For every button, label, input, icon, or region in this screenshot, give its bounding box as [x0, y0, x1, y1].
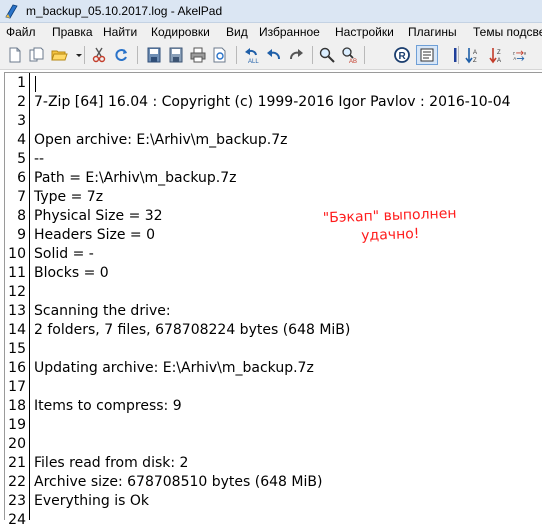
sort-az-icon[interactable]: AZ	[464, 46, 482, 64]
svg-text:A: A	[473, 50, 477, 56]
toolbar-separator	[236, 46, 237, 64]
line-number: 20	[8, 436, 26, 452]
text-line: --	[34, 151, 45, 167]
backup-success-annotation: "Бэкап" выполнен удачно!	[304, 204, 475, 248]
text-line: Solid = -	[34, 246, 94, 262]
menu-favorites[interactable]: Избранное	[259, 25, 320, 39]
menu-settings[interactable]: Настройки	[335, 25, 394, 39]
text-line: 7-Zip [64] 16.04 : Copyright (c) 1999-20…	[34, 94, 511, 110]
save-icon[interactable]	[145, 46, 163, 64]
new-file-icon[interactable]	[6, 46, 24, 64]
svg-text:a: a	[524, 50, 527, 55]
text-line: Updating archive: E:\Arhiv\m_backup.7z	[34, 360, 314, 376]
line-number: 1	[17, 75, 26, 91]
line-number: 22	[8, 474, 26, 490]
toolbar-separator	[84, 46, 85, 64]
menu-edit[interactable]: Правка	[52, 25, 93, 39]
line-number-gutter: 1 2 3 4 5 6 7 8 9 10 11 12 13 14 15 16 17 18 19 20 21 22 23 24	[5, 73, 30, 528]
text-line: Path = E:\Arhiv\m_backup.7z	[34, 170, 237, 186]
window-title: m_backup_05.10.2017.log - AkelPad	[26, 4, 223, 18]
line-number: 10	[8, 246, 26, 262]
svg-text:R: R	[399, 51, 407, 62]
find-icon[interactable]	[318, 46, 336, 64]
line-number: 12	[8, 284, 26, 300]
text-line: Headers Size = 0	[34, 227, 155, 243]
toolbar-separator	[137, 46, 138, 64]
toolbar-separator	[312, 46, 313, 64]
svg-text:z: z	[513, 50, 515, 55]
menu-bar: Файл Правка Найти Кодировки Вид Избранно…	[0, 23, 542, 42]
line-number: 23	[8, 493, 26, 509]
line-number: 18	[8, 398, 26, 414]
svg-text:ALL: ALL	[248, 59, 259, 64]
copy-file-icon[interactable]	[28, 46, 46, 64]
akelpad-app-icon	[4, 3, 20, 19]
text-line: Physical Size = 32	[34, 208, 163, 224]
text-editor[interactable]: 1 2 3 4 5 6 7 8 9 10 11 12 13 14 15 16 17 18 19 20 21 22 23 24 …	[4, 72, 542, 528]
undo-icon[interactable]	[265, 46, 283, 64]
reload-icon[interactable]	[112, 46, 130, 64]
menu-encodings[interactable]: Кодировки	[151, 25, 210, 39]
text-line: Items to compress: 9	[34, 398, 182, 414]
cut-icon[interactable]	[90, 46, 108, 64]
text-caret	[35, 76, 36, 92]
line-number: 13	[8, 303, 26, 319]
line-number: 7	[17, 189, 26, 205]
replace-icon[interactable]: AB	[340, 46, 358, 64]
menu-find[interactable]: Найти	[103, 25, 137, 39]
print-icon[interactable]	[189, 46, 207, 64]
text-line: Blocks = 0	[34, 265, 109, 281]
line-number: 14	[8, 322, 26, 338]
menu-view[interactable]: Вид	[226, 25, 248, 39]
line-number: 6	[17, 170, 26, 186]
text-view-icon[interactable]	[416, 45, 438, 65]
toolbar-separator	[364, 46, 365, 64]
save-as-icon[interactable]	[167, 46, 185, 64]
text-line: Open archive: E:\Arhiv\m_backup.7z	[34, 132, 288, 148]
text-line: Scanning the drive:	[34, 303, 171, 319]
menu-plugins[interactable]: Плагины	[408, 25, 457, 39]
line-number: 19	[8, 417, 26, 433]
line-number: 24	[8, 512, 26, 528]
toolbar: ALL AB R AZ ZA zaA	[0, 42, 542, 70]
svg-text:A: A	[513, 56, 516, 61]
undo-all-icon[interactable]: ALL	[243, 46, 261, 64]
text-line: Archive size: 678708510 bytes (648 MiB)	[34, 474, 323, 490]
text-line: Type = 7z	[34, 189, 104, 205]
sort-za-icon[interactable]: ZA	[488, 46, 506, 64]
column-marker-icon[interactable]	[446, 46, 457, 64]
redo-icon[interactable]	[287, 46, 305, 64]
line-number: 11	[8, 265, 26, 281]
menu-themes[interactable]: Темы подсвет	[473, 25, 542, 39]
line-number: 4	[17, 132, 26, 148]
text-line: 2 folders, 7 files, 678708224 bytes (648…	[34, 322, 351, 338]
svg-text:AB: AB	[349, 59, 357, 64]
svg-text:Z: Z	[473, 58, 477, 64]
convert-icon[interactable]: z a A	[512, 46, 538, 64]
registered-icon[interactable]: R	[393, 46, 411, 64]
line-number: 9	[17, 227, 26, 243]
line-number: 16	[8, 360, 26, 376]
line-number: 2	[17, 94, 26, 110]
text-line: Files read from disk: 2	[34, 455, 189, 471]
line-number: 21	[8, 455, 26, 471]
toolbar-separator	[458, 46, 459, 64]
line-number: 3	[17, 113, 26, 129]
print-preview-icon[interactable]	[211, 46, 229, 64]
line-number: 17	[8, 379, 26, 395]
svg-text:A: A	[497, 58, 501, 64]
open-folder-icon[interactable]	[50, 46, 68, 64]
title-bar: m_backup_05.10.2017.log - AkelPad	[0, 0, 542, 23]
menu-file[interactable]: Файл	[6, 25, 36, 39]
dropdown-arrow-icon[interactable]	[70, 46, 82, 64]
text-line: Everything is Ok	[34, 493, 150, 509]
line-number: 8	[17, 208, 26, 224]
svg-text:Z: Z	[497, 50, 501, 56]
line-number: 15	[8, 341, 26, 357]
line-number: 5	[17, 151, 26, 167]
